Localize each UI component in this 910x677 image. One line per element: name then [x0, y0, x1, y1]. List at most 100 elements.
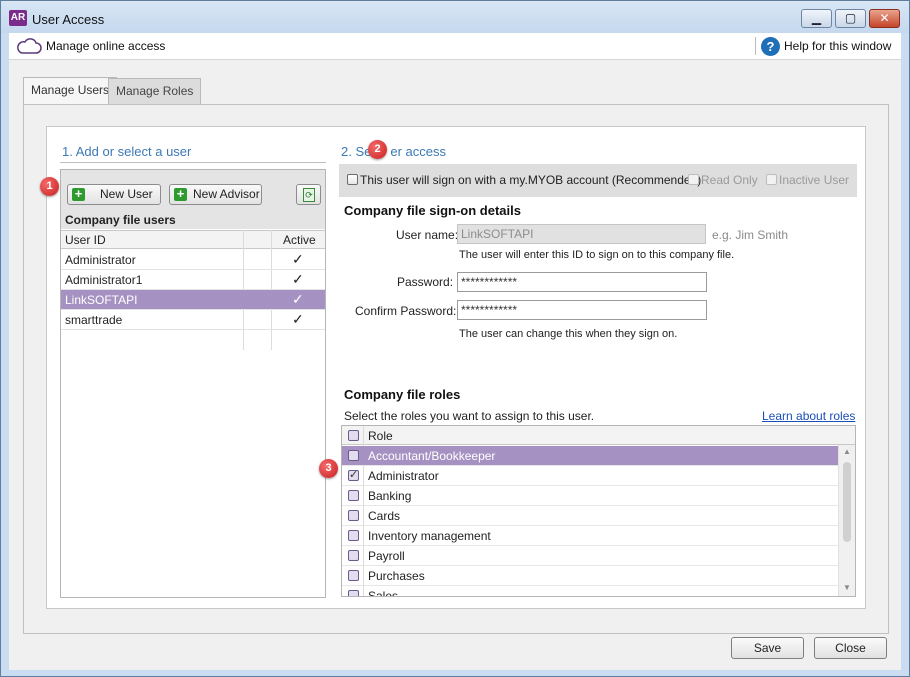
role-name: Inventory management — [368, 529, 491, 543]
set-user-access-heading: 2. Se er access — [341, 144, 446, 159]
tab-manage-roles[interactable]: Manage Roles — [108, 78, 202, 104]
refresh-icon: ⟳ — [303, 188, 315, 202]
user-id-cell: Administrator1 — [65, 273, 143, 287]
confirm-password-field[interactable] — [457, 300, 707, 320]
window-client: Manage online access ? Help for this win… — [9, 33, 901, 670]
new-advisor-label: New Advisor — [193, 187, 260, 201]
list-item[interactable]: Payroll — [342, 546, 838, 566]
list-item[interactable]: Purchases — [342, 566, 838, 586]
user-name-field[interactable] — [457, 224, 706, 244]
role-name: Banking — [368, 489, 412, 503]
close-icon: ✕ — [879, 11, 890, 25]
user-editor-panel: 1. Add or select a user + New User + New… — [40, 126, 866, 609]
role-checkbox[interactable] — [348, 550, 359, 561]
inactive-user-label: Inactive User — [779, 173, 850, 187]
scroll-up-icon[interactable]: ▲ — [843, 447, 851, 456]
role-checkbox[interactable] — [348, 590, 359, 596]
password-label: Password: — [397, 275, 454, 289]
company-file-users-caption: Company file users — [65, 213, 176, 227]
myob-account-label: This user will sign on with a my.MYOB ac… — [360, 173, 702, 187]
role-checkbox[interactable] — [348, 510, 359, 521]
user-name-label: User name: — [396, 228, 459, 242]
new-user-label: New User — [100, 187, 153, 201]
minimize-icon: ▁ — [811, 11, 822, 25]
active-check-icon: ✓ — [292, 251, 304, 267]
table-row[interactable]: Administrator1 ✓ — [61, 270, 325, 290]
table-row-selected[interactable]: LinkSOFTAPI ✓ — [61, 290, 325, 310]
minimize-button[interactable]: ▁ — [801, 9, 832, 28]
inactive-user-checkbox[interactable] — [766, 174, 777, 185]
select-all-roles-checkbox[interactable] — [348, 430, 359, 441]
heading-part-end: er access — [390, 144, 446, 159]
active-check-icon: ✓ — [292, 291, 304, 307]
refresh-button[interactable]: ⟳ — [296, 184, 321, 205]
scroll-down-icon[interactable]: ▼ — [843, 583, 851, 592]
heading-part-start: 2. Se — [341, 144, 372, 159]
close-button[interactable]: ✕ — [869, 9, 900, 28]
user-access-window: AR User Access ▁ ▢ ✕ Manage online acces… — [0, 0, 910, 677]
annotation-badge-3: 3 — [319, 459, 338, 478]
cloud-icon — [17, 38, 42, 54]
user-id-cell: LinkSOFTAPI — [65, 293, 138, 307]
list-item[interactable]: Sales — [342, 586, 838, 596]
user-id-cell: smarttrade — [65, 313, 123, 327]
active-check-icon: ✓ — [292, 271, 304, 287]
list-item[interactable]: Banking — [342, 486, 838, 506]
active-check-icon: ✓ — [292, 311, 304, 327]
user-list-toolbar: + New User + New Advisor ⟳ Company file … — [61, 170, 325, 229]
column-user-id: User ID — [65, 233, 106, 247]
tab-manage-users[interactable]: Manage Users — [23, 77, 118, 105]
role-checkbox[interactable] — [348, 530, 359, 541]
top-bar: Manage online access ? Help for this win… — [9, 33, 901, 60]
role-checkbox[interactable] — [348, 450, 359, 461]
save-button[interactable]: Save — [731, 637, 804, 659]
password-field[interactable] — [457, 272, 707, 292]
user-name-example: e.g. Jim Smith — [712, 228, 789, 242]
role-checkbox[interactable] — [348, 490, 359, 501]
confirm-password-label: Confirm Password: — [355, 304, 457, 318]
read-only-checkbox[interactable] — [688, 174, 699, 185]
user-id-cell: Administrator — [65, 253, 136, 267]
scrollbar-thumb[interactable] — [843, 462, 851, 542]
add-select-user-heading: 1. Add or select a user — [62, 144, 192, 159]
learn-about-roles-link[interactable]: Learn about roles — [762, 409, 855, 423]
new-user-button[interactable]: + New User — [67, 184, 161, 205]
title-bar[interactable]: AR User Access ▁ ▢ ✕ — [1, 1, 909, 33]
user-name-hint: The user will enter this ID to sign on t… — [459, 249, 735, 261]
role-name: Payroll — [368, 549, 405, 563]
window-title: User Access — [32, 12, 105, 27]
plus-icon: + — [174, 187, 187, 201]
annotation-badge-1: 1 — [40, 177, 59, 196]
role-name: Administrator — [368, 469, 439, 483]
annotation-badge-2: 2 — [368, 140, 387, 159]
user-list-panel: + New User + New Advisor ⟳ Company file … — [60, 169, 326, 598]
list-item[interactable]: Administrator — [342, 466, 838, 486]
maximize-icon: ▢ — [844, 11, 857, 25]
table-row[interactable]: smarttrade ✓ — [61, 310, 325, 330]
help-icon[interactable]: ? — [761, 37, 780, 56]
close-dialog-button[interactable]: Close — [814, 637, 887, 659]
role-checkbox[interactable] — [348, 570, 359, 581]
maximize-button[interactable]: ▢ — [835, 9, 866, 28]
user-grid-header: User ID Active — [61, 230, 325, 249]
role-name: Accountant/Bookkeeper — [368, 449, 496, 463]
column-active: Active — [283, 233, 316, 247]
manage-users-panel: 1. Add or select a user + New User + New… — [23, 104, 889, 634]
myob-account-checkbox[interactable] — [347, 174, 358, 185]
help-link[interactable]: Help for this window — [784, 39, 891, 53]
topbar-divider — [755, 37, 756, 55]
read-only-label: Read Only — [701, 173, 758, 187]
roles-instructions: Select the roles you want to assign to t… — [344, 409, 595, 423]
plus-icon: + — [72, 187, 85, 201]
role-name: Cards — [368, 509, 401, 523]
roles-grid-header: Role — [342, 426, 855, 445]
roles-scrollbar[interactable]: ▲ ▼ — [838, 445, 855, 596]
sign-on-details-heading: Company file sign-on details — [344, 203, 521, 218]
list-item[interactable]: Cards — [342, 506, 838, 526]
list-item[interactable]: Accountant/Bookkeeper — [342, 446, 838, 466]
new-advisor-button[interactable]: + New Advisor — [169, 184, 262, 205]
role-checkbox[interactable] — [348, 468, 359, 481]
left-heading-rule — [60, 162, 326, 163]
list-item[interactable]: Inventory management — [342, 526, 838, 546]
table-row[interactable]: Administrator ✓ — [61, 250, 325, 270]
